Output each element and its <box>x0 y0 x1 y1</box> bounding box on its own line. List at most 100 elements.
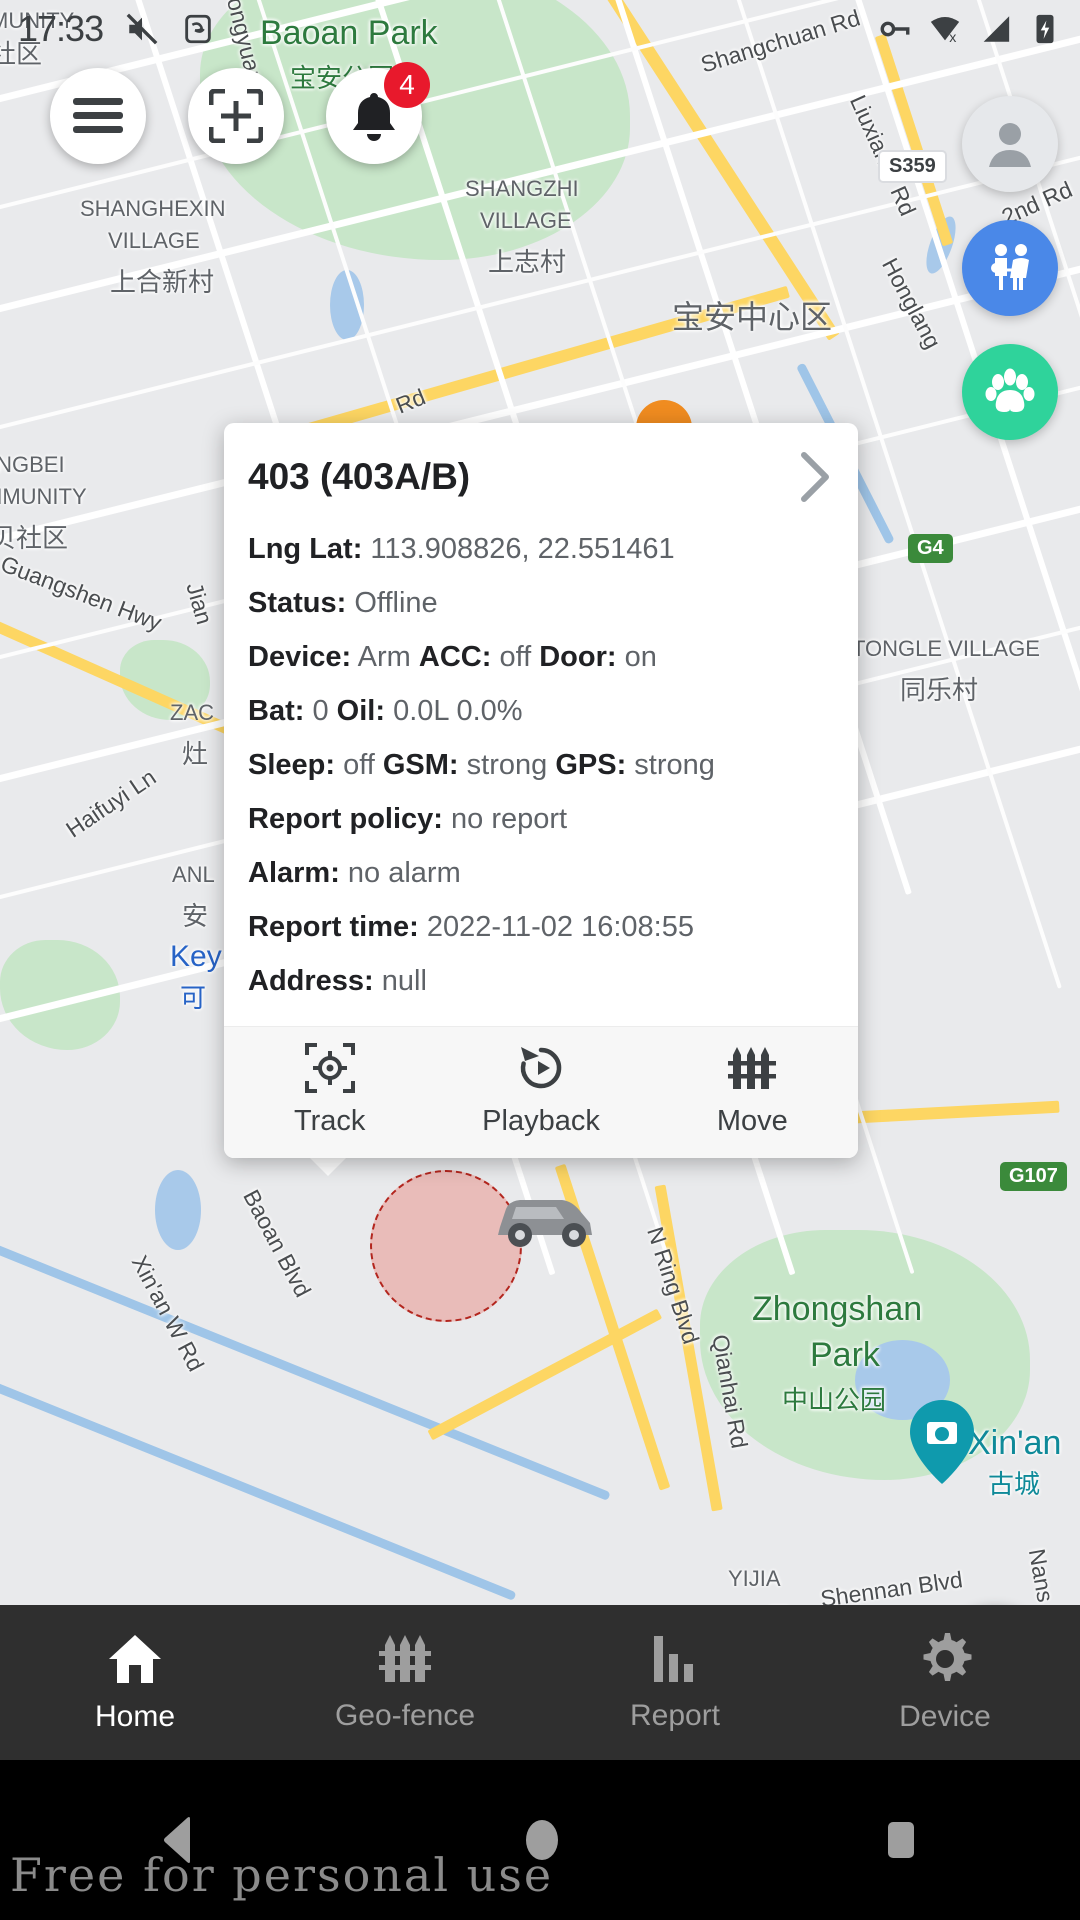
map-label-ingbei: INGBEI <box>0 452 65 477</box>
map-label-shanghexin-village: VILLAGE <box>108 228 200 253</box>
info-row-bat: Bat: 0 Oil: 0.0L 0.0% <box>248 689 834 734</box>
info-value-alarm: no alarm <box>347 856 461 889</box>
info-value-lnglat: 113.908826, 22.551461 <box>370 533 675 565</box>
nav-item-device[interactable]: Device <box>810 1605 1080 1760</box>
info-label-status: Status: <box>248 586 347 619</box>
map-label-tongle: TONGLE VILLAGE <box>852 636 1040 661</box>
map-label-zhongshan: Zhongshan <box>752 1290 923 1328</box>
map-label-an-cn: 安 <box>182 901 209 931</box>
info-card-actions: Track Playback Move <box>224 1026 858 1159</box>
map-label-munity-cn: 社区 <box>0 39 43 69</box>
info-row-lnglat: Lng Lat: 113.908826, 22.551461 <box>248 527 834 572</box>
info-label-door: Door: <box>539 640 617 673</box>
info-label-address: Address: <box>248 964 374 997</box>
info-value-report-policy: no report <box>451 802 568 835</box>
nav-item-geofence[interactable]: Geo-fence <box>270 1605 540 1760</box>
info-label-gsm: GSM: <box>382 748 459 781</box>
info-row-device: Device: Arm ACC: off Door: on <box>248 635 834 680</box>
home-icon <box>109 1635 161 1683</box>
fence-icon <box>379 1635 431 1682</box>
recents-square-icon[interactable] <box>878 1814 924 1866</box>
fence-icon <box>728 1047 777 1090</box>
hamburger-menu-icon <box>73 98 123 133</box>
map-label-beishequ: 贝社区 <box>0 523 69 553</box>
paw-print-icon <box>985 368 1035 412</box>
info-label-report-time: Report time: <box>248 910 419 943</box>
top-button-group: 4 <box>50 62 430 164</box>
map-label-xinan: Xin'an <box>968 1424 1062 1462</box>
map-label-munity: MUNITY <box>0 8 75 33</box>
map-label-anl: ANL <box>172 862 215 887</box>
map-label-baoan-center: 宝安中心区 <box>672 299 833 335</box>
info-label-bat: Bat: <box>248 694 305 727</box>
info-value-acc: off <box>499 640 532 673</box>
device-title: 403 (403A/B) <box>248 456 471 497</box>
scan-button[interactable] <box>188 68 284 164</box>
info-label-sleep: Sleep: <box>248 748 336 781</box>
nav-item-home[interactable]: Home <box>0 1605 270 1760</box>
chevron-right-icon[interactable] <box>794 449 834 505</box>
map-poi-pin-icon <box>910 1400 974 1484</box>
map-label-baoan-park: Baoan Park <box>260 14 438 52</box>
scan-frame-icon <box>209 89 263 143</box>
info-label-alarm: Alarm: <box>248 856 340 889</box>
info-label-report-policy: Report policy: <box>248 802 443 835</box>
move-button[interactable]: Move <box>647 1027 858 1158</box>
info-value-oil: 0.0L 0.0% <box>393 694 523 727</box>
playback-button[interactable]: Playback <box>435 1027 646 1158</box>
info-label-oil: Oil: <box>336 694 385 727</box>
device-info-card[interactable]: 403 (403A/B) Lng Lat: 113.908826, 22.551… <box>224 423 858 1159</box>
bar-chart-icon <box>654 1636 693 1682</box>
notifications-button[interactable]: 4 <box>326 62 430 164</box>
right-button-group <box>962 96 1058 440</box>
info-value-door: on <box>624 640 657 673</box>
map-label-key: Key <box>170 940 222 973</box>
info-value-address: null <box>381 964 427 997</box>
map-label-shanghexin-cn: 上合新村 <box>110 267 215 297</box>
map-label-zhongshan-cn: 中山公园 <box>782 1385 887 1415</box>
track-target-icon <box>304 1043 355 1094</box>
nav-item-report[interactable]: Report <box>540 1605 810 1760</box>
watermark-text: Free for personal use <box>10 1848 554 1902</box>
info-row-alarm: Alarm: no alarm <box>248 851 834 896</box>
history-rewind-icon <box>520 1047 562 1089</box>
map-label-shangzhi-cn: 上志村 <box>488 247 567 277</box>
map-label-xinan-cn: 古城 <box>988 1469 1041 1499</box>
info-value-report-time: 2022-11-02 16:08:55 <box>426 910 694 943</box>
info-value-gps: strong <box>634 748 715 781</box>
nav-label-device: Device <box>899 1700 991 1733</box>
menu-button[interactable] <box>50 68 146 164</box>
user-avatar-icon <box>989 123 1031 167</box>
nav-label-home: Home <box>94 1700 176 1733</box>
nav-label-report: Report <box>629 1699 721 1732</box>
pet-button[interactable] <box>962 344 1058 440</box>
vehicle-marker-icon[interactable] <box>490 1185 600 1255</box>
map-label-ke-cn: 可 <box>180 983 207 1013</box>
info-label-lnglat: Lng Lat: <box>248 533 363 565</box>
info-row-address: Address: null <box>248 959 834 1004</box>
track-button[interactable]: Track <box>224 1027 435 1158</box>
map-label-tongle-cn: 同乐村 <box>900 675 979 705</box>
playback-label: Playback <box>482 1105 600 1138</box>
info-row-sleep: Sleep: off GSM: strong GPS: strong <box>248 743 834 788</box>
info-row-report-policy: Report policy: no report <box>248 797 834 842</box>
family-button[interactable] <box>962 220 1058 316</box>
map-label-shangzhi: SHANGZHI <box>465 176 579 201</box>
notification-badge: 4 <box>384 62 430 108</box>
info-value-sleep: off <box>343 748 375 781</box>
map-label-zhongshan-park: Park <box>810 1336 880 1374</box>
info-row-status: Status: Offline <box>248 581 834 626</box>
gear-icon <box>923 1633 972 1681</box>
map-label-shangzhi-village: VILLAGE <box>480 208 572 233</box>
info-label-device: Device: <box>248 640 352 673</box>
map-label-zao-cn: 灶 <box>182 739 209 769</box>
info-card-header: 403 (403A/B) <box>248 449 834 505</box>
info-card-body: 403 (403A/B) Lng Lat: 113.908826, 22.551… <box>224 423 858 1026</box>
map-shield-g107: G107 <box>1000 1162 1067 1191</box>
account-button[interactable] <box>962 96 1058 192</box>
track-label: Track <box>293 1105 366 1138</box>
info-label-gps: GPS: <box>555 748 627 781</box>
map-water-3 <box>155 1170 201 1250</box>
bottom-navigation: Home Geo-fence Report Device <box>0 1605 1080 1760</box>
family-people-icon <box>991 244 1029 290</box>
